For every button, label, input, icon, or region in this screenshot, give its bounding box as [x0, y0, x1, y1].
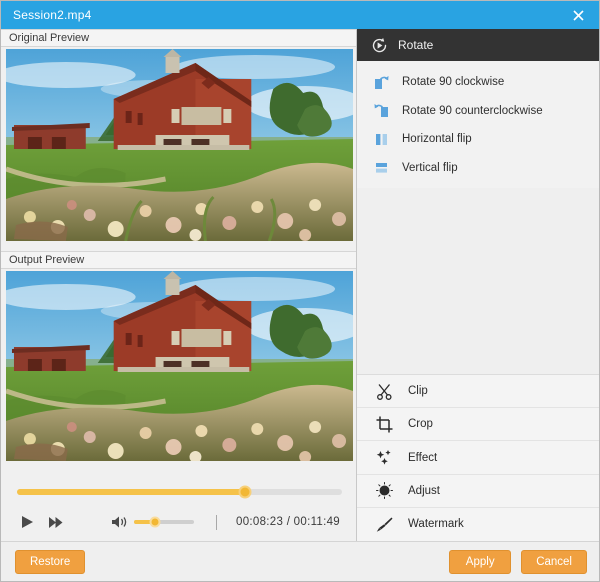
volume-slider[interactable] [134, 516, 194, 528]
barn-scene-illustration-output [6, 271, 353, 461]
tool-item-watermark[interactable]: Watermark [357, 508, 599, 541]
menu-item-label: Horizontal flip [402, 133, 472, 146]
rotate-clockwise-icon [373, 74, 390, 91]
menu-item-label: Rotate 90 counterclockwise [402, 104, 543, 117]
rotate-counterclockwise-glyph [374, 104, 388, 118]
barn-scene-illustration [6, 49, 353, 241]
scissors-glyph [377, 383, 392, 400]
output-preview-block: Output Preview [1, 251, 356, 461]
menu-item-rotate-clockwise[interactable]: Rotate 90 clockwise [357, 68, 599, 97]
output-preview-video[interactable] [6, 271, 353, 461]
brush-icon [375, 515, 394, 534]
tool-item-label: Effect [408, 451, 438, 464]
vertical-flip-glyph [376, 163, 387, 173]
tool-item-adjust[interactable]: Adjust [357, 475, 599, 508]
dialog-footer: Restore Apply Cancel [1, 541, 599, 581]
scissors-icon [375, 382, 394, 401]
horizontal-flip-icon [373, 131, 390, 148]
preview-scene-original [6, 49, 353, 241]
seek-bar-handle[interactable] [238, 485, 251, 499]
rotate-section-title: Rotate [398, 38, 434, 52]
tools-list: Clip Crop Effect Adjust Watermark [357, 374, 599, 541]
brush-glyph [376, 517, 393, 532]
video-editor-dialog: Session2.mp4 Original Preview Output Pre… [0, 0, 600, 582]
rotate-section-header: Rotate [357, 29, 599, 61]
menu-item-rotate-counterclockwise[interactable]: Rotate 90 counterclockwise [357, 97, 599, 126]
tools-pane: Rotate Rotate 90 clockwise Rotate 90 cou… [357, 29, 599, 541]
seek-bar-fill [17, 489, 245, 495]
rotate-circle-glyph [372, 37, 387, 52]
output-preview-label: Output Preview [1, 251, 356, 269]
preview-scene-output [6, 271, 353, 461]
fast-forward-icon[interactable] [43, 511, 67, 533]
playback-controls: 00:08:23 / 00:11:49 [1, 495, 356, 537]
apply-button[interactable]: Apply [449, 549, 512, 574]
menu-item-vertical-flip[interactable]: Vertical flip [357, 154, 599, 183]
tools-pane-spacer [357, 188, 599, 375]
original-preview-label: Original Preview [1, 29, 356, 47]
volume-slider-handle[interactable] [149, 516, 161, 528]
vertical-flip-icon [373, 159, 390, 176]
play-icon[interactable] [15, 511, 39, 533]
rotate-clockwise-glyph [375, 75, 389, 89]
footer-actions: Apply Cancel [449, 549, 587, 574]
preview-pane: Original Preview Output Preview 00:08:23… [1, 29, 357, 541]
progress-row [1, 485, 356, 499]
play-glyph [21, 516, 33, 528]
crop-glyph [376, 416, 393, 433]
tool-item-label: Watermark [408, 518, 464, 531]
brightness-glyph [376, 482, 393, 500]
menu-item-label: Vertical flip [402, 161, 458, 174]
tool-item-label: Adjust [408, 484, 440, 497]
controls-divider [216, 514, 217, 530]
close-glyph [572, 9, 584, 21]
fast-forward-glyph [48, 516, 62, 528]
rotate-counterclockwise-icon [373, 102, 390, 119]
volume-group [111, 513, 217, 531]
tool-item-clip[interactable]: Clip [357, 375, 599, 409]
time-display: 00:08:23 / 00:11:49 [236, 516, 340, 528]
transport-bar: 00:08:23 / 00:11:49 [1, 479, 356, 541]
rotate-options-list: Rotate 90 clockwise Rotate 90 counterclo… [357, 61, 599, 188]
rotate-circle-icon [371, 37, 388, 54]
menu-item-horizontal-flip[interactable]: Horizontal flip [357, 125, 599, 154]
original-preview-block: Original Preview [1, 29, 356, 241]
speaker-icon[interactable] [111, 513, 131, 531]
brightness-icon [375, 481, 394, 500]
tool-item-label: Clip [408, 385, 428, 398]
original-preview-video[interactable] [6, 49, 353, 241]
close-icon[interactable] [567, 4, 589, 26]
speaker-glyph [112, 516, 127, 528]
sparkles-icon [375, 448, 394, 467]
restore-button[interactable]: Restore [15, 549, 86, 574]
tool-item-effect[interactable]: Effect [357, 441, 599, 475]
tool-item-label: Crop [408, 418, 433, 431]
menu-item-label: Rotate 90 clockwise [402, 76, 505, 89]
window-title: Session2.mp4 [13, 8, 92, 22]
sparkles-glyph [376, 450, 391, 465]
crop-icon [375, 415, 394, 434]
seek-bar[interactable] [17, 485, 342, 499]
horizontal-flip-glyph [376, 133, 387, 145]
cancel-button[interactable]: Cancel [521, 549, 587, 574]
title-bar: Session2.mp4 [1, 1, 599, 29]
dialog-body: Original Preview Output Preview 00:08:23… [1, 29, 599, 541]
tool-item-crop[interactable]: Crop [357, 408, 599, 442]
